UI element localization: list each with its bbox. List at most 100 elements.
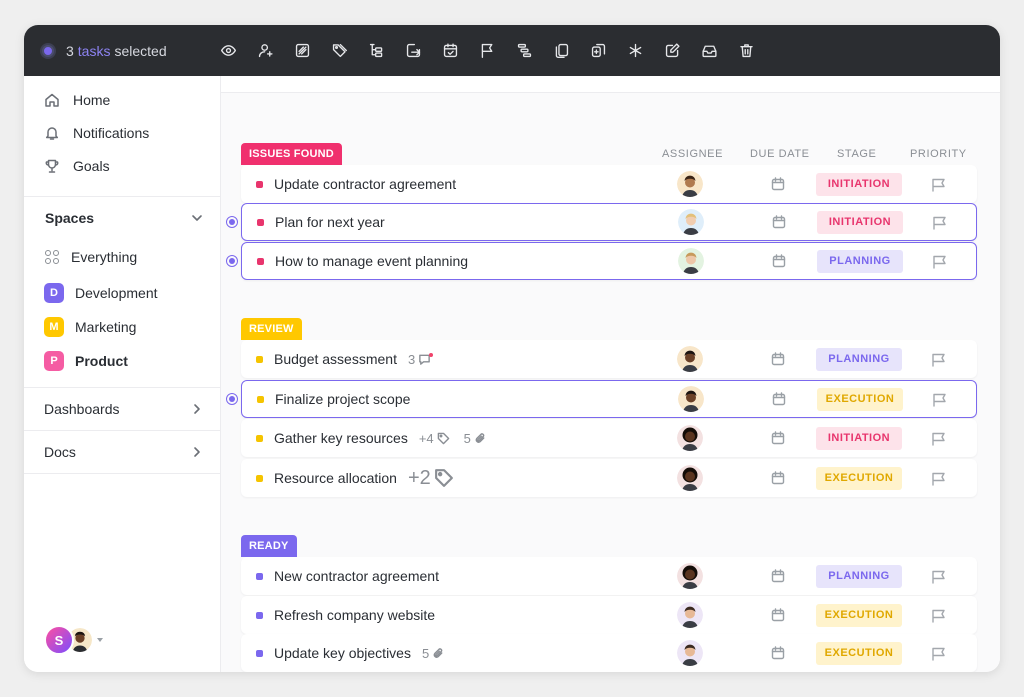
user-menu[interactable]: S [44, 625, 103, 655]
task-status-square[interactable] [256, 611, 263, 619]
column-header-due-date[interactable]: DUE DATE [750, 148, 810, 160]
tag-count[interactable]: +4 [419, 431, 450, 446]
task-select-checkbox[interactable] [226, 255, 238, 267]
task-name[interactable]: How to manage event planning [275, 253, 468, 269]
spaces-header[interactable]: Spaces [24, 199, 220, 237]
task-status-square[interactable] [256, 572, 263, 580]
stage-badge[interactable]: EXECUTION [816, 603, 902, 627]
task-name[interactable]: Update key objectives [274, 645, 411, 661]
task-row[interactable]: Budget assessment 3 PLANNING [241, 340, 977, 378]
sidebar-item-development[interactable]: D Development [24, 276, 220, 310]
eye-icon[interactable] [218, 41, 238, 61]
task-row[interactable]: Update key objectives 5 EXECUTION [241, 634, 977, 672]
task-row[interactable]: New contractor agreement PLANNING [241, 557, 977, 595]
calendar-icon[interactable] [772, 254, 786, 268]
calendar-icon[interactable] [771, 352, 785, 366]
copy-icon[interactable] [551, 41, 571, 61]
task-row[interactable]: Plan for next year INITIATION [226, 203, 977, 241]
attachment-count[interactable]: 5 [422, 646, 445, 661]
task-status-square[interactable] [256, 434, 263, 442]
stage-badge[interactable]: PLANNING [816, 347, 902, 371]
comment-count[interactable]: 3 [408, 352, 434, 367]
priority-flag-icon[interactable] [931, 431, 946, 446]
task-status-square[interactable] [256, 474, 263, 482]
sidebar-item-notifications[interactable]: Notifications [24, 116, 220, 149]
avatar[interactable] [677, 465, 703, 491]
tag-count[interactable]: +2 [408, 467, 454, 490]
stage-badge[interactable]: PLANNING [816, 564, 902, 588]
task-row[interactable]: Update contractor agreement INITIATION [241, 165, 977, 203]
add-assignee-icon[interactable] [255, 41, 275, 61]
avatar[interactable] [677, 425, 703, 451]
task-select-checkbox[interactable] [226, 216, 238, 228]
calendar-icon[interactable] [771, 569, 785, 583]
sidebar-item-product[interactable]: P Product [24, 344, 220, 378]
avatar[interactable] [677, 640, 703, 666]
priority-flag-icon[interactable] [932, 254, 947, 269]
task-name[interactable]: Refresh company website [274, 607, 435, 623]
task-row[interactable]: Gather key resources +4 5 INITIATION [241, 419, 977, 457]
flag-icon[interactable] [477, 41, 497, 61]
calendar-icon[interactable] [771, 608, 785, 622]
priority-flag-icon[interactable] [931, 646, 946, 661]
sidebar-item-everything[interactable]: Everything [24, 240, 220, 274]
stage-badge[interactable]: INITIATION [817, 210, 903, 234]
task-status-square[interactable] [257, 218, 264, 226]
task-name[interactable]: New contractor agreement [274, 568, 439, 584]
priority-flag-icon[interactable] [931, 569, 946, 584]
task-name[interactable]: Resource allocation [274, 470, 397, 486]
subtask-icon[interactable] [366, 41, 386, 61]
avatar[interactable] [677, 602, 703, 628]
sidebar-item-docs[interactable]: Docs [24, 431, 220, 473]
task-status-square[interactable] [257, 257, 264, 265]
task-name[interactable]: Budget assessment [274, 351, 397, 367]
trash-icon[interactable] [736, 41, 756, 61]
sidebar-item-goals[interactable]: Goals [24, 149, 220, 182]
calendar-icon[interactable] [772, 392, 786, 406]
status-icon[interactable] [292, 41, 312, 61]
column-header-stage[interactable]: STAGE [837, 148, 876, 160]
calendar-icon[interactable] [771, 177, 785, 191]
workspace-avatar[interactable]: S [44, 625, 74, 655]
stage-badge[interactable]: EXECUTION [816, 641, 902, 665]
priority-flag-icon[interactable] [931, 177, 946, 192]
avatar[interactable] [677, 563, 703, 589]
task-name[interactable]: Plan for next year [275, 214, 385, 230]
stage-badge[interactable]: EXECUTION [817, 387, 903, 411]
avatar[interactable] [678, 386, 704, 412]
calendar-icon[interactable] [771, 646, 785, 660]
sidebar-item-marketing[interactable]: M Marketing [24, 310, 220, 344]
asterisk-icon[interactable] [625, 41, 645, 61]
task-name[interactable]: Gather key resources [274, 430, 408, 446]
duplicate-icon[interactable] [588, 41, 608, 61]
stage-badge[interactable]: EXECUTION [816, 466, 902, 490]
task-select-checkbox[interactable] [226, 393, 238, 405]
task-row[interactable]: Finalize project scope EXECUTION [226, 380, 977, 418]
sidebar-item-home[interactable]: Home [24, 83, 220, 116]
calendar-check-icon[interactable] [440, 41, 460, 61]
priority-flag-icon[interactable] [932, 392, 947, 407]
group-status-tag[interactable]: READY [241, 535, 297, 557]
task-status-square[interactable] [256, 355, 263, 363]
stage-badge[interactable]: PLANNING [817, 249, 903, 273]
task-status-square[interactable] [256, 180, 263, 188]
task-name[interactable]: Update contractor agreement [274, 176, 456, 192]
avatar[interactable] [678, 209, 704, 235]
sidebar-item-dashboards[interactable]: Dashboards [24, 388, 220, 430]
inbox-icon[interactable] [699, 41, 719, 61]
calendar-icon[interactable] [771, 471, 785, 485]
task-row[interactable]: Refresh company website EXECUTION [241, 596, 977, 634]
move-icon[interactable] [403, 41, 423, 61]
column-header-assignee[interactable]: ASSIGNEE [662, 148, 723, 160]
list-icon[interactable] [514, 41, 534, 61]
priority-flag-icon[interactable] [931, 608, 946, 623]
group-status-tag[interactable]: REVIEW [241, 318, 302, 340]
edit-icon[interactable] [662, 41, 682, 61]
tag-icon[interactable] [329, 41, 349, 61]
task-status-square[interactable] [257, 395, 264, 403]
attachment-count[interactable]: 5 [464, 431, 487, 446]
priority-flag-icon[interactable] [931, 471, 946, 486]
stage-badge[interactable]: INITIATION [816, 172, 902, 196]
task-name[interactable]: Finalize project scope [275, 391, 410, 407]
stage-badge[interactable]: INITIATION [816, 426, 902, 450]
